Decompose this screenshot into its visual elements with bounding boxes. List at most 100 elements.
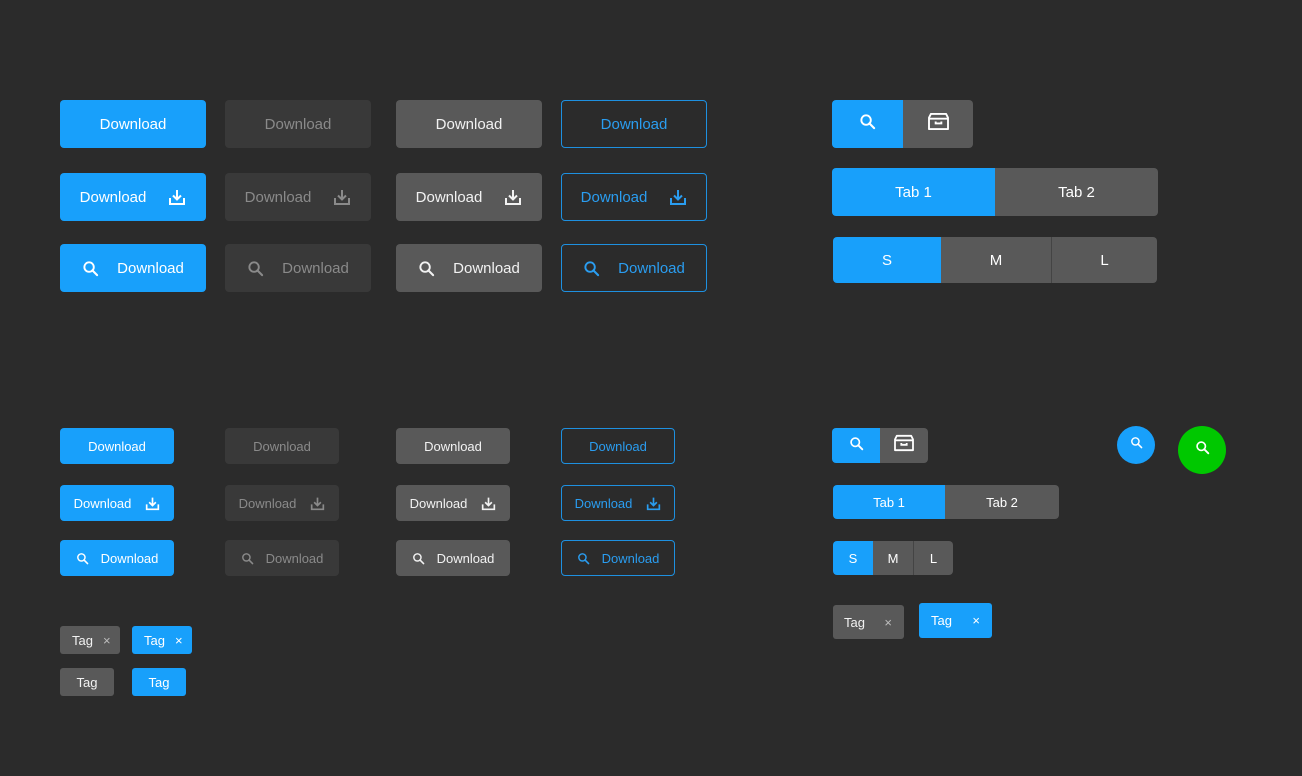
button-label: Download (409, 495, 468, 511)
download-icon (481, 496, 496, 511)
button-label: Download (415, 188, 483, 206)
download-button-outline-icon-lg[interactable]: Download (561, 173, 707, 221)
button-label: Download (99, 115, 167, 133)
close-icon[interactable]: × (972, 613, 980, 628)
download-button-outline-icon-sm[interactable]: Download (561, 485, 675, 521)
search-icon (1195, 440, 1210, 460)
download-button-primary-lg[interactable]: Download (60, 100, 206, 148)
tag-blue: Tag (132, 668, 186, 696)
button-label: Download (117, 259, 184, 277)
button-label: Download (436, 550, 495, 566)
tab-1[interactable]: Tab 1 (832, 168, 995, 216)
tab-2[interactable]: Tab 2 (945, 485, 1059, 519)
search-icon (1130, 436, 1143, 454)
download-icon (310, 496, 325, 511)
button-label: Download (424, 438, 482, 454)
button-label: Download (589, 438, 647, 454)
search-download-button-secondary-lg[interactable]: Download (396, 244, 542, 292)
button-label: Download (100, 550, 159, 566)
button-label: Download (600, 115, 668, 133)
archive-toggle-button[interactable] (903, 100, 973, 148)
tag-closable-blue-lg: Tag × (919, 603, 992, 638)
size-option-s[interactable]: S (833, 541, 873, 575)
archive-icon (894, 434, 914, 457)
tabs-lg: Tab 1 Tab 2 (832, 168, 1158, 216)
size-option-l[interactable]: L (913, 541, 953, 575)
tag-closable-grey: Tag × (60, 626, 120, 654)
button-label: Download (601, 550, 660, 566)
search-icon (577, 552, 590, 565)
button-label: Download (435, 115, 503, 133)
search-icon (849, 436, 864, 456)
size-selector-sm: S M L (833, 541, 953, 575)
search-download-button-outline-sm[interactable]: Download (561, 540, 675, 576)
download-button-primary-sm[interactable]: Download (60, 428, 174, 464)
download-button-primary-icon-lg[interactable]: Download (60, 173, 206, 221)
button-label: Download (238, 495, 297, 511)
tag-grey: Tag (60, 668, 114, 696)
search-download-button-disabled-lg: Download (225, 244, 371, 292)
button-label: Download (282, 259, 349, 277)
search-fab-green[interactable] (1178, 426, 1226, 474)
archive-icon (928, 112, 949, 136)
download-button-secondary-icon-lg[interactable]: Download (396, 173, 542, 221)
tag-label: Tag (931, 613, 952, 628)
tag-label: Tag (148, 674, 170, 690)
button-label: Download (265, 550, 324, 566)
tag-label: Tag (72, 632, 93, 648)
download-button-outline-lg[interactable]: Download (561, 100, 707, 148)
button-label: Download (453, 259, 520, 277)
search-download-button-outline-lg[interactable]: Download (561, 244, 707, 292)
button-label: Download (264, 115, 332, 133)
size-option-l[interactable]: L (1051, 237, 1157, 283)
download-button-outline-sm[interactable]: Download (561, 428, 675, 464)
download-button-secondary-icon-sm[interactable]: Download (396, 485, 510, 521)
download-button-disabled-icon-lg: Download (225, 173, 371, 221)
search-fab-blue[interactable] (1117, 426, 1155, 464)
tab-1[interactable]: Tab 1 (833, 485, 945, 519)
download-icon (646, 496, 661, 511)
download-button-secondary-lg[interactable]: Download (396, 100, 542, 148)
tag-closable-grey-lg: Tag × (833, 605, 904, 639)
download-icon (504, 188, 522, 206)
close-icon[interactable]: × (175, 633, 183, 648)
size-option-s[interactable]: S (833, 237, 941, 283)
search-icon (418, 260, 435, 277)
search-toggle-button[interactable] (832, 100, 903, 148)
button-label: Download (580, 188, 648, 206)
tag-label: Tag (76, 674, 98, 690)
size-option-m[interactable]: M (873, 541, 913, 575)
button-label: Download (574, 495, 633, 511)
button-label: Download (79, 188, 147, 206)
download-button-disabled-sm: Download (225, 428, 339, 464)
download-button-disabled-icon-sm: Download (225, 485, 339, 521)
download-button-primary-icon-sm[interactable]: Download (60, 485, 174, 521)
search-icon (247, 260, 264, 277)
download-icon (145, 496, 160, 511)
search-icon (859, 113, 876, 135)
download-icon (333, 188, 351, 206)
size-selector-lg: S M L (833, 237, 1157, 283)
search-download-button-disabled-sm: Download (225, 540, 339, 576)
search-download-button-primary-lg[interactable]: Download (60, 244, 206, 292)
search-download-button-primary-sm[interactable]: Download (60, 540, 174, 576)
tag-closable-blue: Tag × (132, 626, 192, 654)
search-icon (82, 260, 99, 277)
search-icon (412, 552, 425, 565)
button-label: Download (244, 188, 312, 206)
search-toggle-button[interactable] (832, 428, 880, 463)
download-icon (669, 188, 687, 206)
search-icon (583, 260, 600, 277)
tag-label: Tag (144, 632, 165, 648)
tag-label: Tag (844, 614, 865, 630)
download-button-disabled-lg: Download (225, 100, 371, 148)
tab-2[interactable]: Tab 2 (995, 168, 1158, 216)
tabs-sm: Tab 1 Tab 2 (833, 485, 1059, 519)
archive-toggle-button[interactable] (880, 428, 928, 463)
download-button-secondary-sm[interactable]: Download (396, 428, 510, 464)
close-icon[interactable]: × (884, 615, 892, 630)
size-option-m[interactable]: M (941, 237, 1051, 283)
search-icon (241, 552, 254, 565)
close-icon[interactable]: × (103, 633, 111, 648)
search-download-button-secondary-sm[interactable]: Download (396, 540, 510, 576)
